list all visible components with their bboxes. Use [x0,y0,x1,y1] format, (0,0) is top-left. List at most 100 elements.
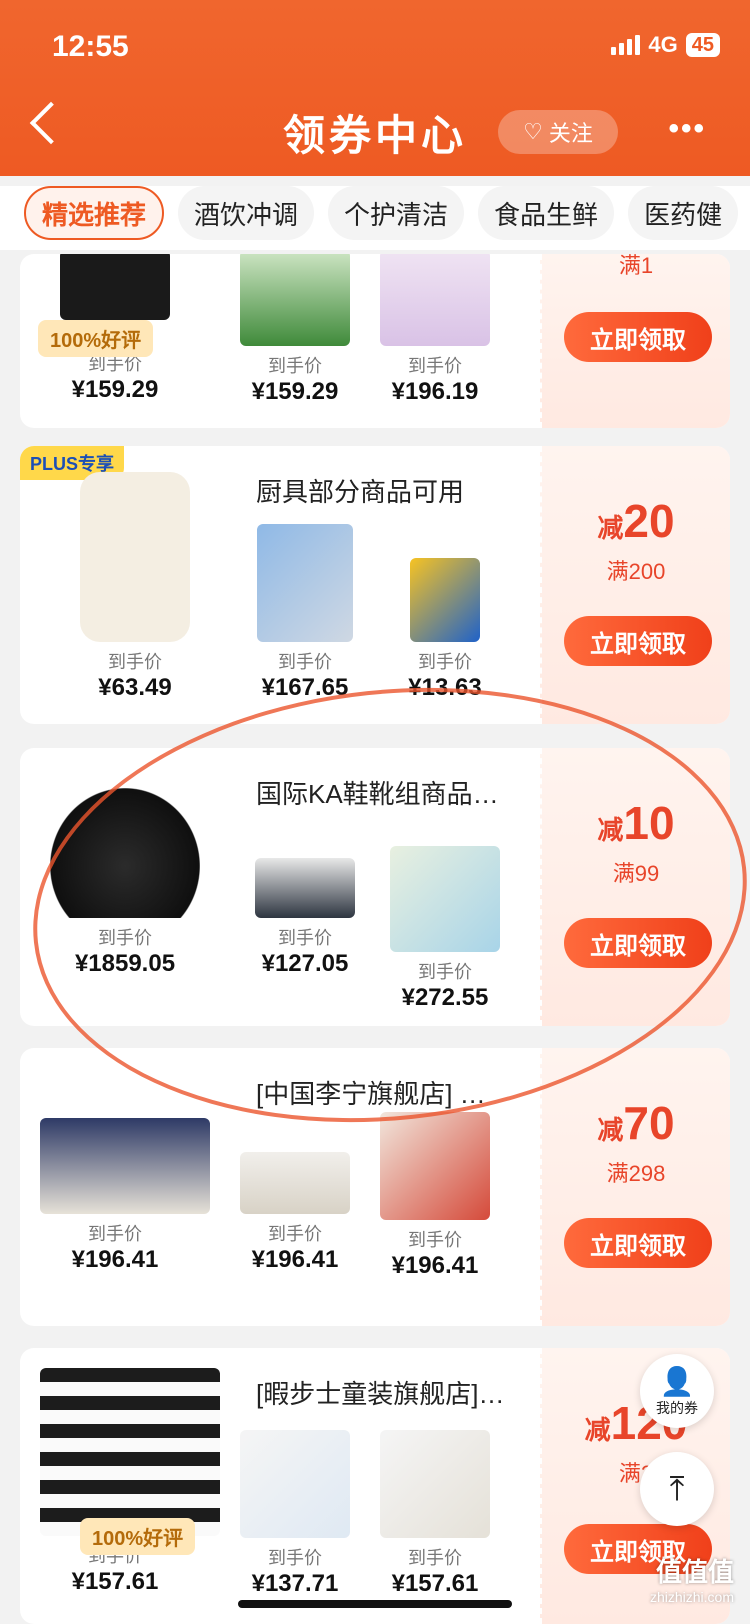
follow-button[interactable]: ♡ 关注 [498,110,618,154]
good-review-badge: 100%好评 [38,320,154,357]
product-image [240,1152,350,1214]
header: 12:55 4G 45 领券中心 ♡ 关注 ••• [0,0,750,176]
coupon-condition: 满298 [606,1161,666,1186]
product-price: ¥159.29 [71,376,159,403]
product-list: [暇步士童装旗舰店]… 到手价 ¥157.61 100%好评 到手价 ¥137.… [20,1348,540,1624]
good-review-badge: 100%好评 [80,1518,196,1555]
product-item[interactable]: 到手价 ¥167.65 [230,524,380,702]
product-item[interactable]: 到手价 ¥137.71 [220,1430,370,1598]
product-list: 到手价 ¥159.29 100%好评 到手价 ¥159.29 到手价 ¥196.… [20,254,540,428]
product-image [60,254,170,320]
price-label: 到手价 [88,1224,142,1244]
shop-name: 厨具部分商品可用 [256,477,465,507]
coupon-amount: 减10 [597,797,675,849]
product-price: ¥167.65 [261,674,349,701]
product-price: ¥1859.05 [74,950,176,977]
coupon-panel: 减20 满200 立即领取 [540,446,730,724]
product-image [80,472,190,642]
product-image [50,788,200,918]
follow-label: 关注 [548,121,593,146]
coupon-card: [中国李宁旗舰店] … 到手价 ¥196.41 到手价 ¥196.41 到手价 … [20,1048,730,1326]
product-item[interactable]: 到手价 ¥272.55 [370,846,520,1012]
product-item[interactable]: 到手价 ¥157.61 [360,1430,510,1598]
tab-personal-care[interactable]: 个护清洁 [328,186,465,240]
person-icon: 👤 [659,1365,695,1397]
product-list: [中国李宁旗舰店] … 到手价 ¥196.41 到手价 ¥196.41 到手价 … [20,1048,540,1326]
product-image [380,1430,490,1538]
product-price: ¥196.41 [251,1246,339,1273]
network-type: 4G [648,32,678,57]
product-image [40,1368,220,1536]
product-item[interactable]: 到手价 ¥127.05 [230,858,380,978]
home-indicator [238,1600,512,1608]
product-image [255,858,355,918]
coupon-amount: 减70 [597,1097,675,1149]
tab-fresh-food[interactable]: 食品生鲜 [478,186,615,240]
price-label: 到手价 [408,1230,462,1250]
claim-button[interactable]: 立即领取 [564,616,712,666]
tab-selected[interactable]: 精选推荐 [24,186,165,240]
my-coupons-button[interactable]: 👤 我的券 [640,1354,714,1428]
shop-name: [中国李宁旗舰店] … [256,1079,486,1109]
coupon-card: 到手价 ¥159.29 100%好评 到手价 ¥159.29 到手价 ¥196.… [20,254,730,428]
tab-medicine[interactable]: 医药健 [628,186,739,240]
coupon-condition: 满200 [606,559,666,584]
shop-name: 国际KA鞋靴组商品… [256,779,499,809]
product-list: PLUS专享 厨具部分商品可用 到手价 ¥63.49 到手价 ¥167.65 到… [20,446,540,724]
price-label: 到手价 [268,1224,322,1244]
product-price: ¥272.55 [401,984,489,1011]
product-price: ¥196.19 [391,378,479,405]
coupon-panel: 减10 满99 立即领取 [540,748,730,1026]
product-item[interactable]: 到手价 ¥196.41 [360,1112,510,1280]
price-label: 到手价 [98,928,152,948]
battery-icon: 45 [685,33,720,57]
product-item[interactable]: 到手价 ¥159.29 [220,254,370,406]
watermark: 值值值 zhizhizhi.com [649,1557,734,1605]
coupon-panel: 满1 立即领取 [540,254,730,428]
price-label: 到手价 [418,652,472,672]
product-item[interactable]: 到手价 ¥196.41 [40,1118,210,1274]
product-image [410,558,480,642]
product-image [257,524,353,642]
product-price: ¥157.61 [71,1568,159,1595]
coupon-condition: 满1 [618,254,654,278]
product-price: ¥63.49 [98,674,172,701]
arrow-up-icon: ⤒ [669,1469,685,1508]
claim-button[interactable]: 立即领取 [564,1218,712,1268]
price-label: 到手价 [108,652,162,672]
product-item[interactable]: 到手价 ¥196.41 [220,1152,370,1274]
price-label: 到手价 [278,928,332,948]
product-item[interactable]: 到手价 ¥63.49 [60,472,210,702]
status-time: 12:55 [52,30,129,63]
claim-button[interactable]: 立即领取 [564,918,712,968]
price-label: 到手价 [268,1548,322,1568]
product-price: ¥137.71 [251,1570,339,1597]
claim-button[interactable]: 立即领取 [564,312,712,362]
back-to-top-button[interactable]: ⤒ [640,1452,714,1526]
price-label: 到手价 [408,1548,462,1568]
heart-plus-icon: ♡ [523,119,543,144]
product-item[interactable]: 到手价 ¥13.63 [370,558,520,702]
product-image [240,254,350,346]
shop-name: [暇步士童装旗舰店]… [256,1379,505,1409]
product-price: ¥157.61 [391,1570,479,1597]
price-label: 到手价 [408,356,462,376]
page-title: 领券中心 [282,112,467,159]
product-price: ¥196.41 [391,1252,479,1279]
more-icon[interactable]: ••• [668,112,706,146]
product-price: ¥127.05 [261,950,349,977]
price-label: 到手价 [278,652,332,672]
tab-drinks[interactable]: 酒饮冲调 [178,186,315,240]
product-price: ¥159.29 [251,378,339,405]
product-price: ¥196.41 [71,1246,159,1273]
coupon-card: 国际KA鞋靴组商品… 到手价 ¥1859.05 到手价 ¥127.05 到手价 … [20,748,730,1026]
product-item[interactable]: 到手价 ¥157.61 [40,1368,220,1596]
category-tabs: 精选推荐 酒饮冲调 个护清洁 食品生鲜 医药健 [0,186,750,250]
status-indicators: 4G 45 [611,32,720,58]
product-item[interactable]: 到手价 ¥196.19 [360,254,510,406]
product-image [240,1430,350,1538]
coupon-condition: 满99 [612,861,660,886]
product-item[interactable]: 到手价 ¥1859.05 [50,788,200,978]
product-image [380,254,490,346]
coupon-panel: 减70 满298 立即领取 [540,1048,730,1326]
